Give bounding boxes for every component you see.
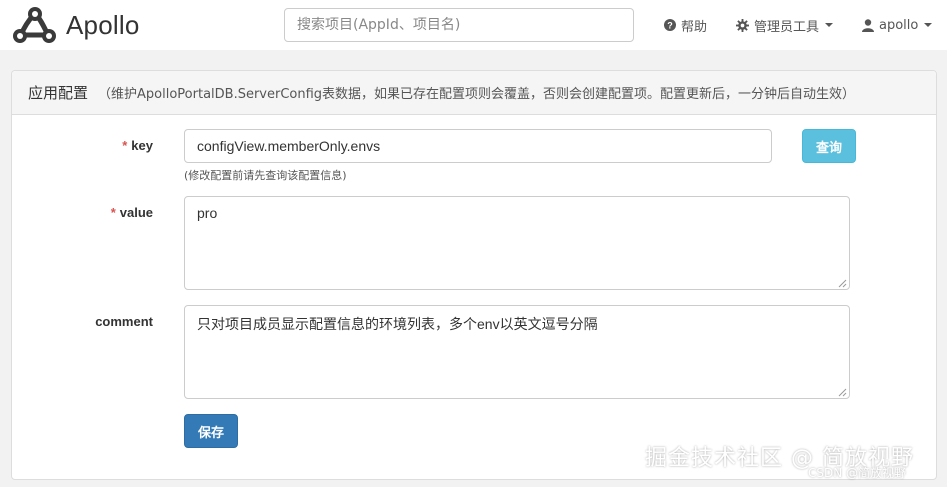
user-label: apollo (879, 17, 919, 33)
comment-label-text: comment (95, 314, 153, 329)
top-navbar: Apollo ? 帮助 管理员工具 (0, 0, 947, 50)
value-textarea[interactable]: pro (184, 196, 850, 290)
chevron-down-icon (924, 23, 933, 27)
app-config-panel: 应用配置 （维护ApolloPortalDB.ServerConfig表数据，如… (11, 70, 937, 480)
watermark-sub: CSDN @简放视野 (808, 466, 907, 480)
resize-handle-icon[interactable] (838, 388, 847, 397)
resize-handle-icon[interactable] (838, 279, 847, 288)
search-input[interactable] (284, 8, 634, 42)
panel-description: （维护ApolloPortalDB.ServerConfig表数据，如果已存在配… (98, 87, 856, 102)
panel-heading: 应用配置 （维护ApolloPortalDB.ServerConfig表数据，如… (12, 71, 936, 115)
comment-label: comment (12, 314, 153, 329)
brand[interactable]: Apollo (10, 2, 139, 48)
user-menu[interactable]: apollo (862, 0, 933, 50)
admin-tools-label: 管理员工具 (754, 19, 820, 35)
user-icon (862, 18, 874, 32)
chevron-down-icon (825, 23, 834, 27)
value-label: * value (12, 205, 153, 220)
query-button[interactable]: 查询 (802, 129, 856, 163)
admin-tools-menu[interactable]: 管理员工具 (736, 0, 834, 50)
gear-icon (736, 18, 749, 32)
value-label-text: value (119, 205, 153, 220)
required-mark: * (122, 138, 128, 153)
key-help-text: (修改配置前请先查询该配置信息) (184, 169, 347, 182)
required-mark: * (110, 205, 116, 220)
svg-text:?: ? (667, 20, 673, 30)
comment-textarea[interactable]: 只对项目成员显示配置信息的环境列表，多个env以英文逗号分隔 (184, 305, 850, 399)
key-label: * key (12, 138, 153, 153)
key-input[interactable] (184, 129, 772, 163)
brand-name: Apollo (66, 9, 140, 40)
save-button[interactable]: 保存 (184, 414, 238, 448)
apollo-logo-icon (10, 5, 60, 45)
help-menu[interactable]: ? 帮助 (664, 0, 707, 50)
question-circle-icon: ? (664, 19, 676, 31)
key-label-text: key (131, 138, 153, 153)
help-label: 帮助 (681, 19, 708, 35)
panel-title: 应用配置 (28, 84, 89, 102)
